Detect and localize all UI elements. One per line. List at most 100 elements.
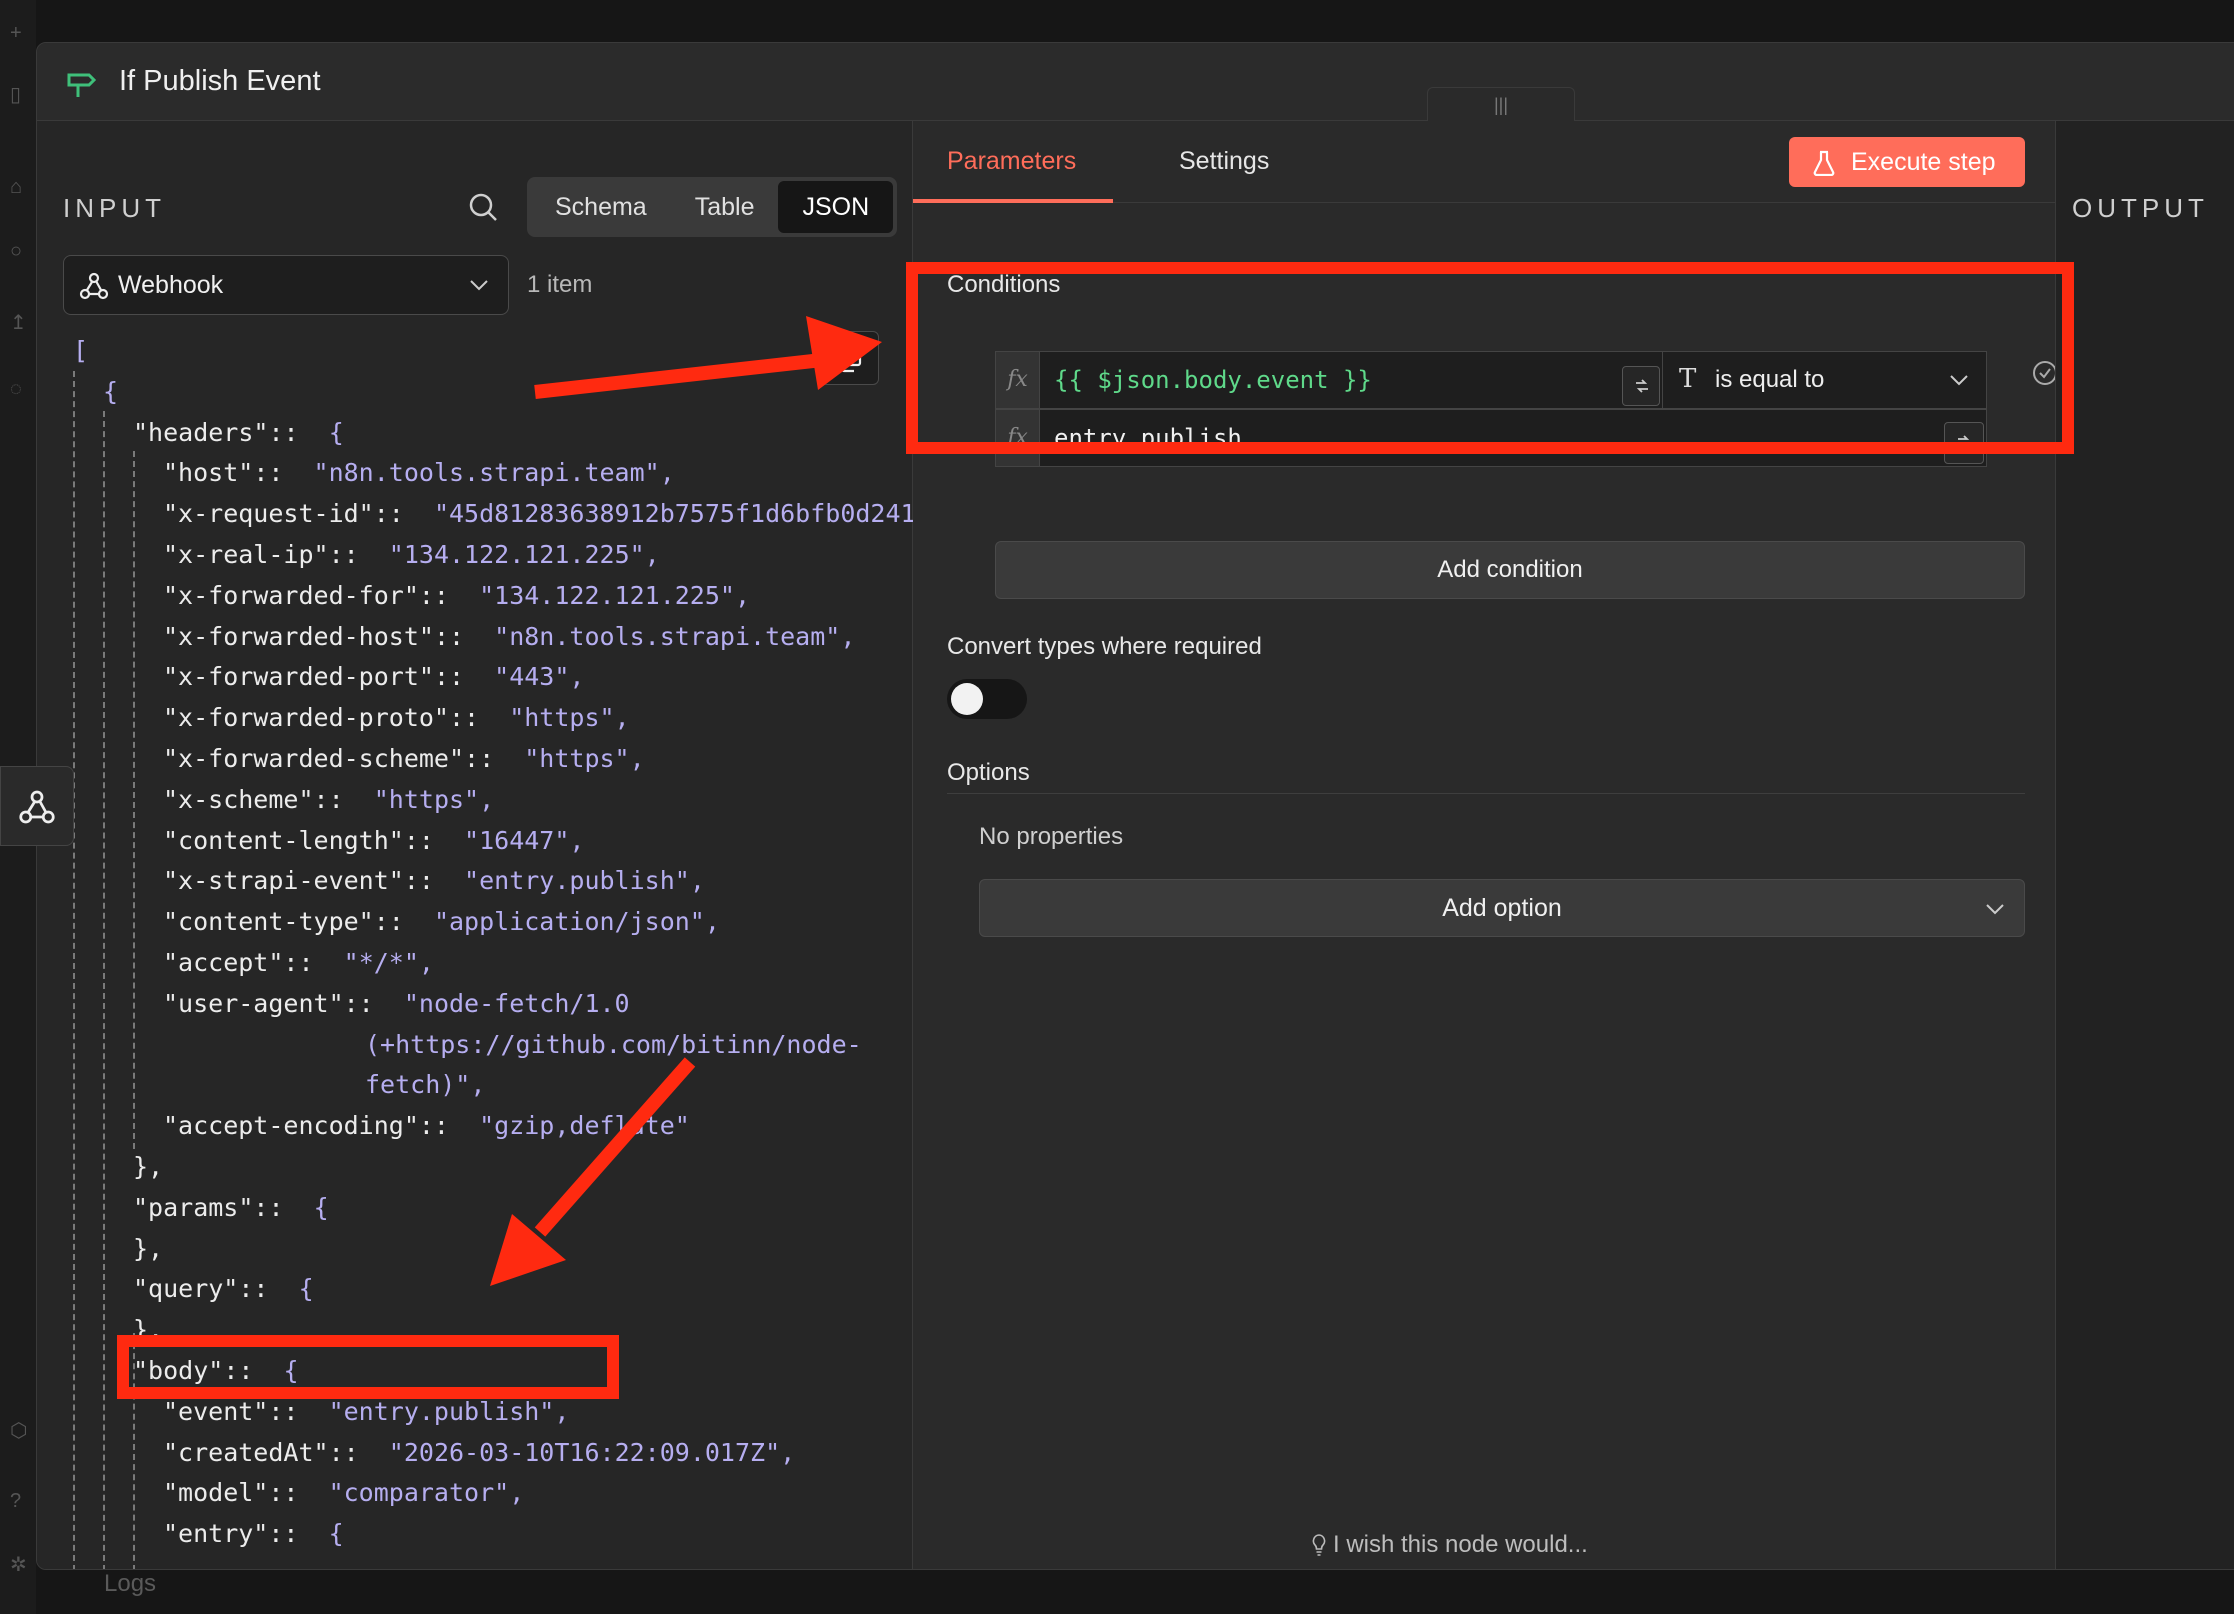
flask-icon bbox=[1813, 150, 1835, 176]
add-icon[interactable]: + bbox=[10, 22, 32, 44]
tab-parameters[interactable]: Parameters bbox=[947, 147, 1076, 176]
feedback-link[interactable]: I wish this node would... bbox=[1312, 1531, 1588, 1559]
condition-left-value[interactable]: {{ $json.body.event }} bbox=[1054, 366, 1372, 394]
condition-right-row: fx entry.publish bbox=[995, 409, 1987, 467]
json-key[interactable]: "createdAt" bbox=[163, 1438, 329, 1467]
json-colon: :: bbox=[464, 744, 525, 773]
json-value[interactable]: "entry.publish", bbox=[329, 1397, 570, 1426]
convert-types-toggle[interactable] bbox=[947, 679, 1027, 719]
json-line: "content-type":: "application/json", bbox=[163, 902, 720, 942]
json-line: "user-agent":: "node-fetch/1.0 bbox=[163, 984, 630, 1024]
add-option-button[interactable]: Add option bbox=[979, 879, 2025, 937]
json-value[interactable]: { bbox=[329, 1519, 344, 1548]
chevron-down-icon bbox=[1986, 904, 2004, 915]
json-value[interactable]: "https", bbox=[374, 785, 494, 814]
json-value[interactable]: "https", bbox=[509, 703, 629, 732]
json-value[interactable]: "comparator", bbox=[329, 1478, 525, 1507]
logs-label[interactable]: Logs bbox=[104, 1570, 156, 1598]
json-key[interactable]: "accept" bbox=[163, 948, 283, 977]
json-line: (+https://github.com/bitinn/node- bbox=[365, 1025, 862, 1065]
toggle-knob bbox=[951, 683, 983, 715]
json-value[interactable]: "https", bbox=[524, 744, 644, 773]
json-key[interactable]: "event" bbox=[163, 1397, 268, 1426]
json-value[interactable]: "443", bbox=[494, 662, 584, 691]
json-key[interactable]: "user-agent" bbox=[163, 989, 344, 1018]
json-value[interactable]: "*/*", bbox=[344, 948, 434, 977]
json-key[interactable]: "host" bbox=[163, 458, 253, 487]
json-value[interactable]: "16447", bbox=[464, 826, 584, 855]
chat-icon[interactable]: ◌ bbox=[10, 378, 32, 400]
modal-header: If Publish Event bbox=[37, 43, 2234, 121]
operator-select[interactable]: T is equal to bbox=[1662, 352, 1986, 408]
drag-field-button[interactable] bbox=[1622, 366, 1660, 406]
json-value[interactable]: "45d81283638912b7575f1d6bfb0d241f", bbox=[434, 499, 961, 528]
json-key[interactable]: "model" bbox=[163, 1478, 268, 1507]
home-icon[interactable]: ⌂ bbox=[10, 176, 32, 198]
json-value[interactable]: "node-fetch/1.0 bbox=[404, 989, 630, 1018]
json-value[interactable]: "n8n.tools.strapi.team", bbox=[494, 622, 855, 651]
json-value[interactable]: "entry.publish", bbox=[464, 866, 705, 895]
json-value[interactable]: "application/json", bbox=[434, 907, 720, 936]
json-value[interactable]: "2026-03-10T16:22:09.017Z", bbox=[389, 1438, 795, 1467]
json-value[interactable]: { bbox=[314, 1193, 329, 1222]
json-key[interactable]: "x-forwarded-port" bbox=[163, 662, 434, 691]
json-key[interactable]: "content-length" bbox=[163, 826, 404, 855]
input-node-select[interactable]: Webhook bbox=[63, 255, 509, 315]
json-key[interactable]: "x-real-ip" bbox=[163, 540, 329, 569]
json-value[interactable]: { bbox=[284, 1356, 299, 1385]
previous-node-tab[interactable] bbox=[0, 766, 74, 846]
search-icon[interactable] bbox=[467, 191, 499, 223]
json-key[interactable]: "params" bbox=[133, 1193, 253, 1222]
json-key[interactable]: "x-forwarded-for" bbox=[163, 581, 419, 610]
panel-drag-handle[interactable]: ||| bbox=[1427, 87, 1575, 123]
json-key[interactable]: "content-type" bbox=[163, 907, 374, 936]
mapping-icon bbox=[1958, 435, 1970, 449]
package-icon[interactable]: ⬡ bbox=[10, 1420, 32, 1442]
indent-guide bbox=[103, 411, 105, 1569]
json-key[interactable]: "entry" bbox=[163, 1519, 268, 1548]
json-key[interactable]: "x-forwarded-proto" bbox=[163, 703, 449, 732]
json-value[interactable]: "gzip,deflate" bbox=[479, 1111, 690, 1140]
condition-right-value[interactable]: entry.publish bbox=[1054, 424, 1242, 452]
json-key[interactable]: "x-scheme" bbox=[163, 785, 314, 814]
json-value[interactable]: "134.122.121.225", bbox=[479, 581, 750, 610]
tab-schema[interactable]: Schema bbox=[531, 181, 671, 233]
json-colon: :: bbox=[328, 540, 389, 569]
item-count: 1 item bbox=[527, 271, 593, 298]
json-line: "x-scheme":: "https", bbox=[163, 780, 494, 820]
json-value[interactable]: "134.122.121.225", bbox=[389, 540, 660, 569]
json-key[interactable]: "x-forwarded-scheme" bbox=[163, 744, 464, 773]
panel-icon[interactable]: ▯ bbox=[10, 84, 32, 106]
add-condition-button[interactable]: Add condition bbox=[995, 541, 2025, 599]
tab-json[interactable]: JSON bbox=[778, 181, 894, 233]
parameters-panel: Parameters Settings Execute step Conditi… bbox=[913, 121, 2057, 1569]
tab-settings[interactable]: Settings bbox=[1179, 147, 1269, 176]
json-key[interactable]: "x-request-id" bbox=[163, 499, 374, 528]
user-icon[interactable]: ○ bbox=[10, 240, 32, 262]
json-key[interactable]: "x-strapi-event" bbox=[163, 866, 404, 895]
json-colon: :: bbox=[268, 1396, 329, 1426]
convert-types-label: Convert types where required bbox=[947, 633, 1262, 660]
json-bracket: [ bbox=[73, 336, 89, 365]
feedback-label: I wish this node would... bbox=[1333, 1531, 1588, 1558]
json-line: "accept-encoding":: "gzip,deflate" bbox=[163, 1106, 690, 1146]
node-title[interactable]: If Publish Event bbox=[119, 65, 321, 98]
json-key[interactable]: "headers" bbox=[133, 418, 268, 447]
active-tab-indicator bbox=[913, 199, 1113, 203]
settings-gear-icon[interactable]: ✲ bbox=[10, 1554, 32, 1576]
json-key[interactable]: "query" bbox=[133, 1274, 238, 1303]
execute-step-button[interactable]: Execute step bbox=[1789, 137, 2025, 187]
json-value[interactable]: { bbox=[299, 1274, 314, 1303]
help-icon[interactable]: ? bbox=[10, 1490, 32, 1512]
drag-field-button[interactable] bbox=[1944, 422, 1984, 464]
json-key[interactable]: "x-forwarded-host" bbox=[163, 622, 434, 651]
json-key[interactable]: "accept-encoding" bbox=[163, 1111, 419, 1140]
tab-table[interactable]: Table bbox=[671, 181, 779, 233]
if-node-icon bbox=[67, 73, 97, 97]
json-colon: :: bbox=[313, 784, 374, 814]
upload-icon[interactable]: ↥ bbox=[10, 312, 32, 334]
json-key[interactable]: "body" bbox=[133, 1356, 223, 1385]
json-colon: :: bbox=[253, 458, 314, 488]
json-value[interactable]: { bbox=[329, 418, 344, 447]
json-value[interactable]: "n8n.tools.strapi.team", bbox=[314, 458, 675, 487]
